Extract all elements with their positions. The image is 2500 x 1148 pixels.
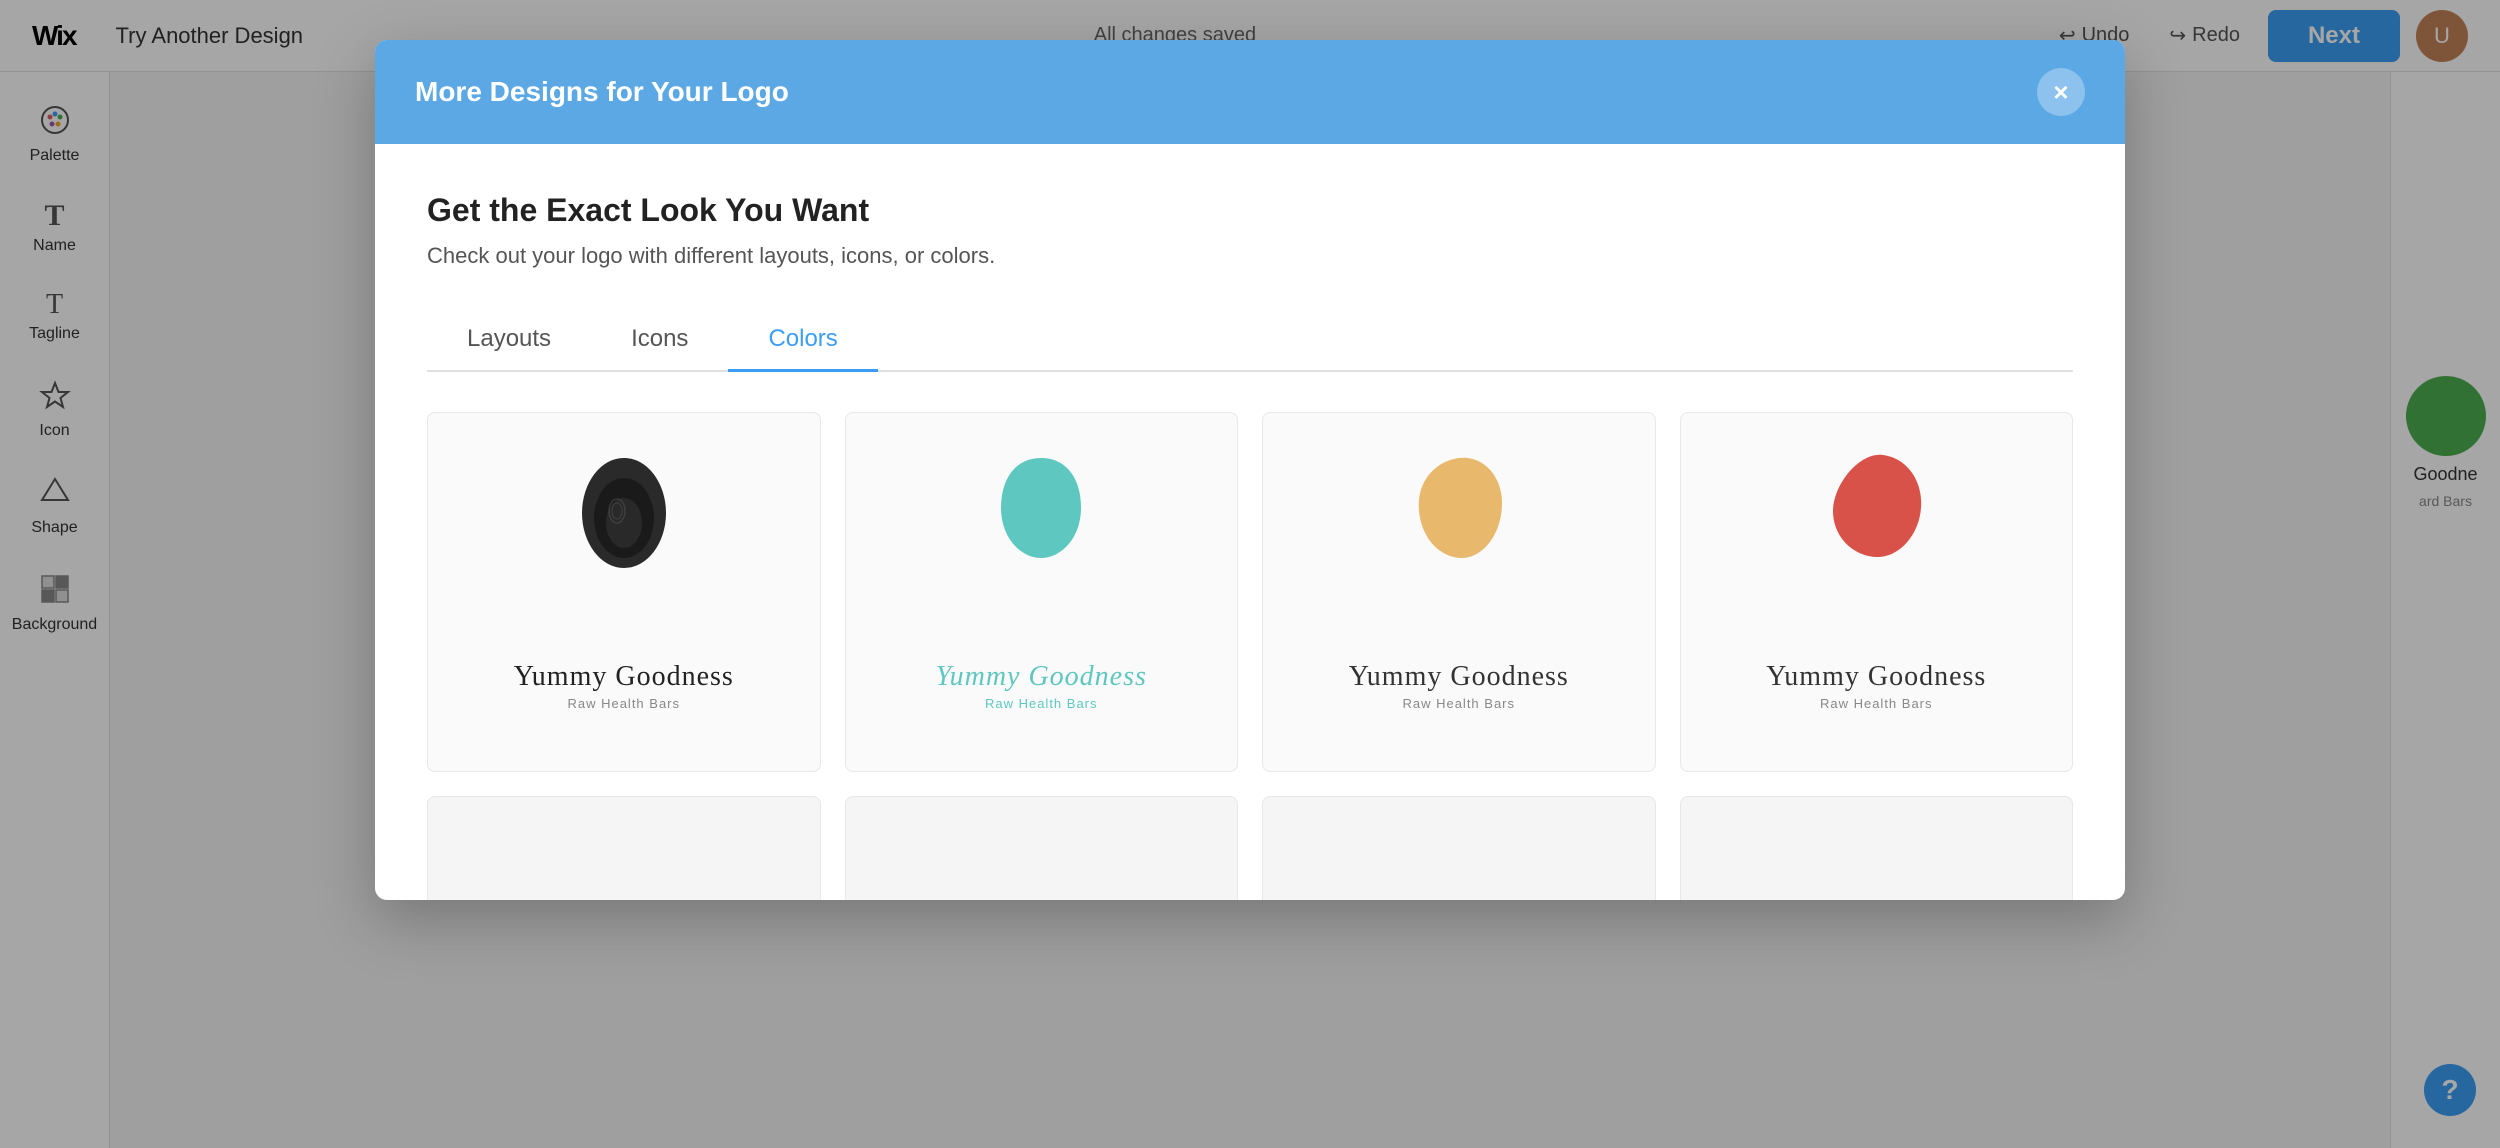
- tagline-red: Raw Health Bars: [1766, 696, 1986, 711]
- brand-name-red: Yummy Goodness: [1766, 660, 1986, 694]
- blob-black: [559, 443, 689, 593]
- logo-grid: Yummy Goodness Raw Health Bars Yummy Goo…: [427, 412, 2073, 772]
- logo-text-red: Yummy Goodness Raw Health Bars: [1766, 660, 1986, 711]
- blob-teal: [976, 443, 1106, 593]
- logo-grid-row2: [427, 796, 2073, 900]
- logo-card-empty-2[interactable]: [845, 796, 1239, 900]
- close-icon: ×: [2053, 77, 2068, 108]
- modal-title: More Designs for Your Logo: [415, 76, 789, 108]
- modal-header: More Designs for Your Logo ×: [375, 40, 2125, 144]
- logo-card-empty-1[interactable]: [427, 796, 821, 900]
- logo-text-black: Yummy Goodness Raw Health Bars: [514, 660, 734, 711]
- tabs-container: Layouts Icons Colors: [427, 309, 2073, 372]
- tab-icons[interactable]: Icons: [591, 309, 728, 372]
- logo-card-empty-3[interactable]: [1262, 796, 1656, 900]
- logo-inner-red: Yummy Goodness Raw Health Bars: [1681, 413, 2073, 771]
- modal-heading: Get the Exact Look You Want: [427, 192, 2073, 229]
- logo-inner-black: Yummy Goodness Raw Health Bars: [428, 413, 820, 771]
- tagline-teal: Raw Health Bars: [936, 696, 1147, 711]
- modal-dialog: More Designs for Your Logo × Get the Exa…: [375, 40, 2125, 900]
- logo-text-teal: Yummy Goodness Raw Health Bars: [936, 660, 1147, 711]
- logo-inner-yellow: Yummy Goodness Raw Health Bars: [1263, 413, 1655, 771]
- blob-yellow: [1394, 443, 1524, 593]
- tab-colors[interactable]: Colors: [728, 309, 877, 372]
- tagline-yellow: Raw Health Bars: [1349, 696, 1569, 711]
- blob-red: [1811, 443, 1941, 593]
- tagline-black: Raw Health Bars: [514, 696, 734, 711]
- brand-name-black: Yummy Goodness: [514, 660, 734, 694]
- brand-name-teal: Yummy Goodness: [936, 660, 1147, 694]
- modal-close-button[interactable]: ×: [2037, 68, 2085, 116]
- logo-card-empty-4[interactable]: [1680, 796, 2074, 900]
- modal-body: Get the Exact Look You Want Check out yo…: [375, 144, 2125, 900]
- logo-card-red[interactable]: Yummy Goodness Raw Health Bars: [1680, 412, 2074, 772]
- logo-card-teal[interactable]: Yummy Goodness Raw Health Bars: [845, 412, 1239, 772]
- tab-layouts[interactable]: Layouts: [427, 309, 591, 372]
- logo-inner-teal: Yummy Goodness Raw Health Bars: [846, 413, 1238, 771]
- modal-overlay: More Designs for Your Logo × Get the Exa…: [0, 0, 2500, 1148]
- modal-subtext: Check out your logo with different layou…: [427, 243, 2073, 269]
- brand-name-yellow: Yummy Goodness: [1349, 660, 1569, 694]
- logo-text-yellow: Yummy Goodness Raw Health Bars: [1349, 660, 1569, 711]
- logo-card-black[interactable]: Yummy Goodness Raw Health Bars: [427, 412, 821, 772]
- logo-card-yellow[interactable]: Yummy Goodness Raw Health Bars: [1262, 412, 1656, 772]
